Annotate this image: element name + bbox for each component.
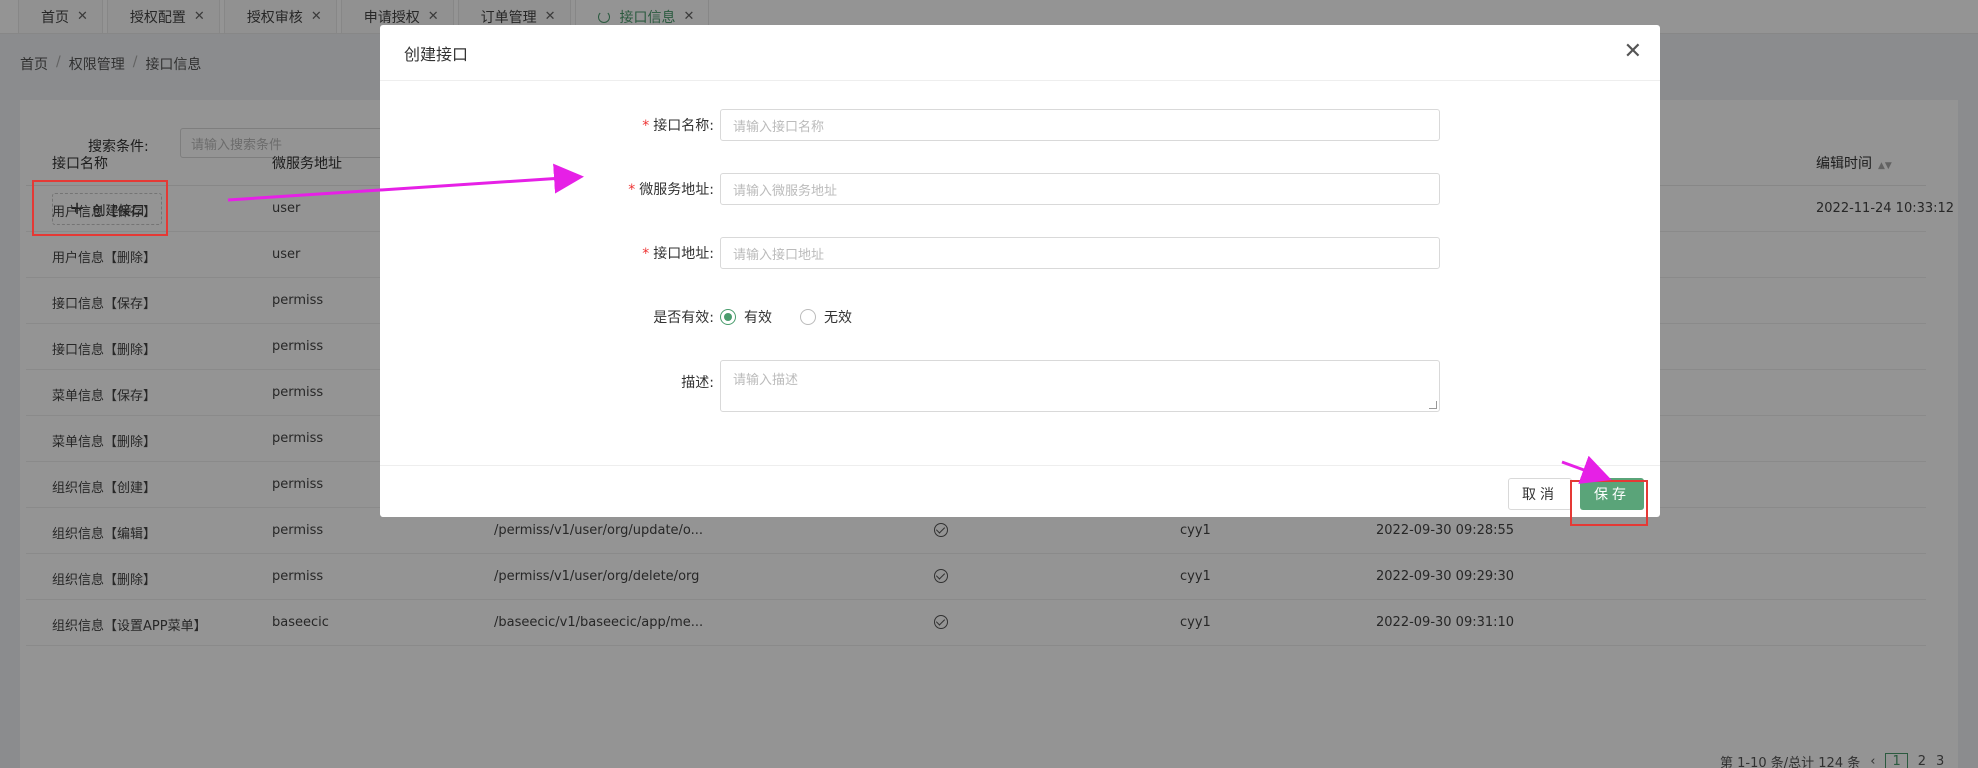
annotation-arrow-to-form [227, 163, 584, 202]
annotation-arrow-to-save [1561, 455, 1612, 484]
annotation-arrows [227, 163, 1612, 484]
